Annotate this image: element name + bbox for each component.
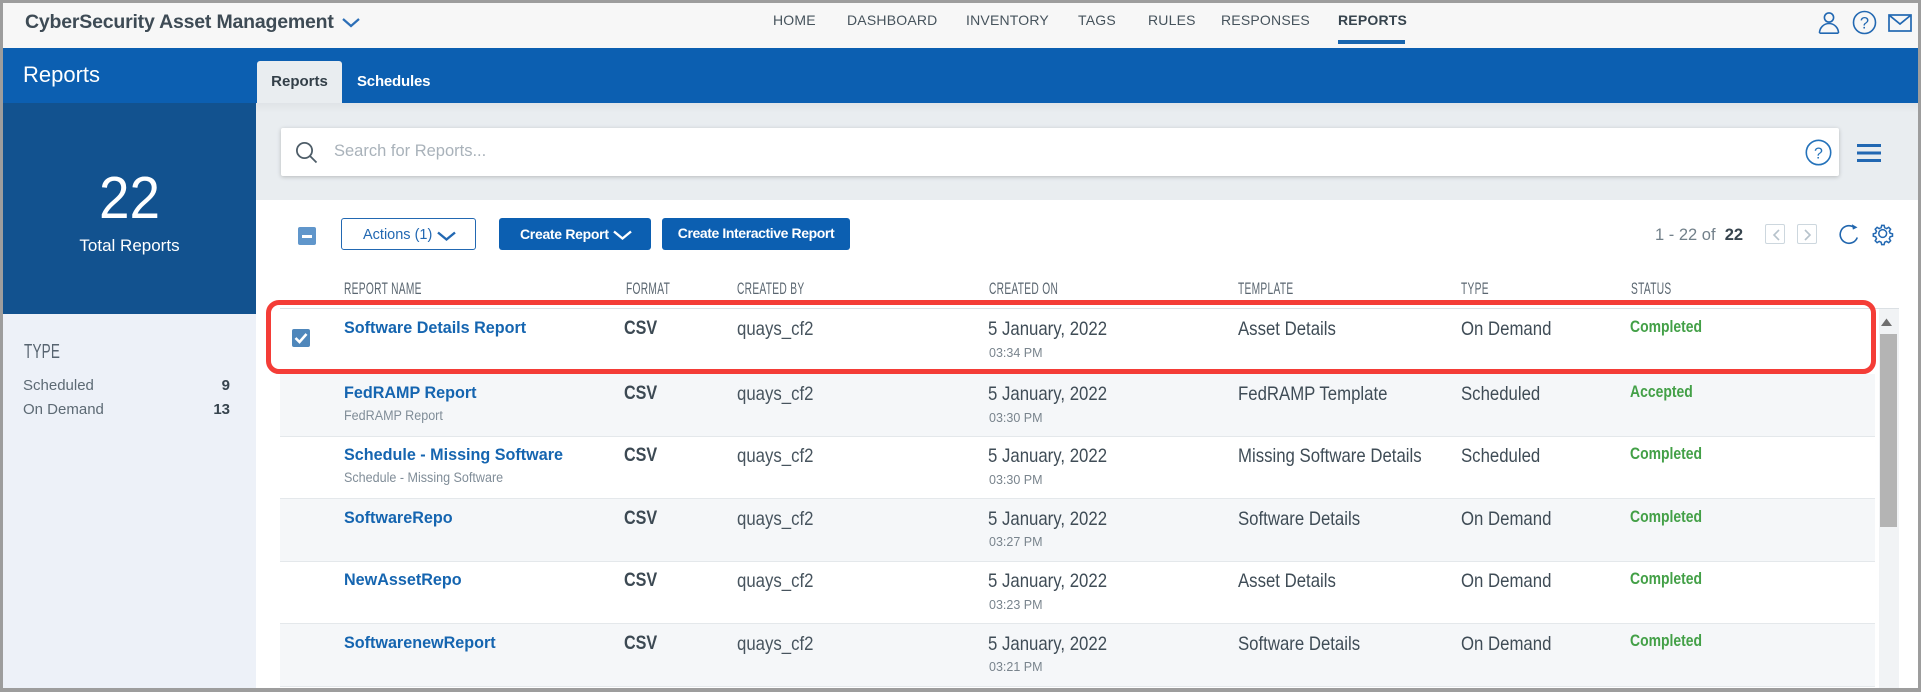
svg-text:?: ? <box>1860 15 1869 33</box>
svg-text:?: ? <box>1814 146 1823 163</box>
